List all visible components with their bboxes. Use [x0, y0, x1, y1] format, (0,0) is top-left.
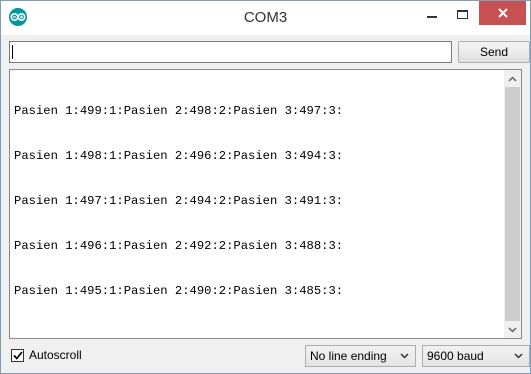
footer-bar: Autoscroll No line ending 9600 baud [9, 345, 530, 369]
autoscroll-label: Autoscroll [29, 348, 82, 362]
serial-input[interactable] [9, 41, 452, 63]
vertical-scrollbar[interactable] [504, 70, 521, 338]
checkmark-icon [12, 350, 23, 360]
scroll-thumb[interactable] [505, 87, 520, 321]
line-ending-select[interactable]: No line ending [305, 345, 416, 367]
output-text: Pasien 1:499:1:Pasien 2:498:2:Pasien 3:4… [14, 74, 504, 329]
chevron-up-icon [508, 75, 517, 82]
title-bar[interactable]: COM3 [1, 1, 530, 35]
maximize-button[interactable] [449, 1, 475, 27]
output-line: Pasien 1:497:1:Pasien 2:494:2:Pasien 3:4… [14, 194, 344, 208]
chevron-down-icon [508, 326, 517, 333]
output-line: Pasien 1:496:1:Pasien 2:492:2:Pasien 3:4… [14, 239, 344, 253]
autoscroll-checkbox[interactable] [11, 348, 24, 362]
scroll-up-button[interactable] [504, 70, 521, 87]
serial-output[interactable]: Pasien 1:499:1:Pasien 2:498:2:Pasien 3:4… [9, 69, 522, 339]
maximize-icon [456, 9, 468, 19]
output-line: Pasien 1:499:1:Pasien 2:498:2:Pasien 3:4… [14, 104, 344, 118]
text-caret [12, 45, 13, 59]
send-button[interactable]: Send [458, 41, 530, 63]
serial-monitor-window: COM3 Send Pasien 1:499:1:Pasien 2:498:2:… [0, 0, 531, 374]
scroll-down-button[interactable] [504, 321, 521, 338]
output-line: Pasien 1:498:1:Pasien 2:496:2:Pasien 3:4… [14, 149, 344, 163]
chevron-down-icon [400, 353, 409, 359]
minimize-button[interactable] [419, 1, 445, 27]
autoscroll-toggle[interactable]: Autoscroll [11, 348, 82, 362]
baud-rate-select[interactable]: 9600 baud [422, 345, 530, 367]
baud-rate-value: 9600 baud [427, 349, 484, 363]
line-ending-value: No line ending [310, 349, 387, 363]
close-button[interactable] [479, 1, 526, 25]
minimize-icon [427, 16, 437, 18]
output-line: Pasien 1:495:1:Pasien 2:490:2:Pasien 3:4… [14, 284, 344, 298]
close-icon [497, 8, 508, 18]
chevron-down-icon [514, 353, 523, 359]
